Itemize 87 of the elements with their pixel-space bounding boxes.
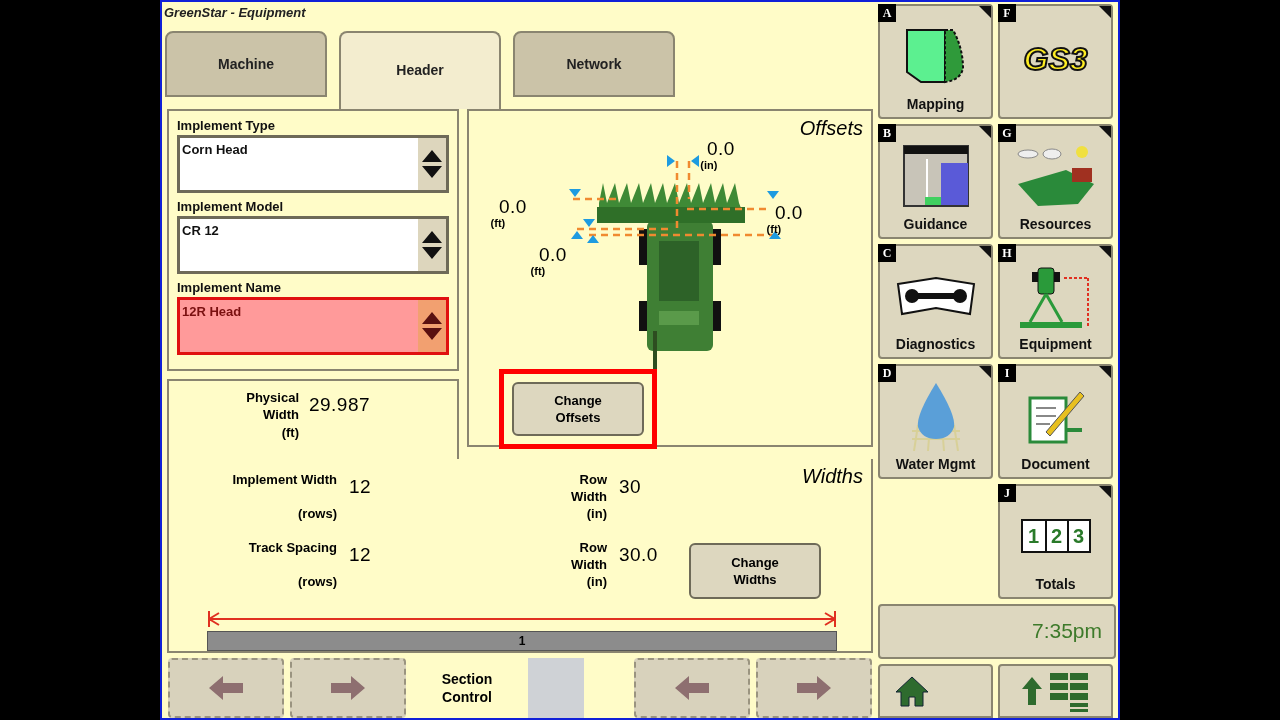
shortcut-tile[interactable]: J 1 2 3 Totals: [998, 484, 1113, 599]
shortcut-tile[interactable]: A Mapping: [878, 4, 993, 119]
corner-triangle-icon: [979, 246, 991, 258]
measure-label: Row Width: [570, 471, 607, 506]
gs3-logo: GS3: [1023, 40, 1088, 79]
shortcut-tile[interactable]: H Equipment: [998, 244, 1113, 359]
left-arrow-button[interactable]: [168, 657, 284, 718]
unit-label: (ft): [281, 424, 299, 443]
measure-value: 12: [349, 543, 373, 568]
farm-scene-icon: [1015, 143, 1096, 208]
dropdown-field[interactable]: Corn Head: [177, 135, 449, 194]
up-down-arrows-icon: [421, 149, 443, 180]
shortcut-tile[interactable]: B Guidance: [878, 124, 993, 239]
corner-triangle-icon: [1099, 6, 1111, 18]
unit-label: (rows): [298, 505, 337, 523]
shortcut-tile[interactable]: I Document: [998, 364, 1113, 479]
shortcut-letter: F: [998, 4, 1016, 22]
measure-label: Row Width: [570, 539, 607, 574]
corner-triangle-icon: [979, 126, 991, 138]
shortcut-letter: A: [878, 4, 896, 22]
unit-label: (ft): [766, 223, 782, 236]
tab[interactable]: Header: [339, 31, 501, 110]
measure-value: 30.0: [619, 543, 659, 568]
unit-label: (in): [700, 159, 718, 172]
right-arrow-button[interactable]: [756, 657, 872, 718]
unit-label: (ft): [490, 217, 506, 230]
panel-title: Offsets: [799, 116, 863, 142]
offset-value: 0.0: [539, 245, 567, 266]
unit-label: (in): [586, 505, 607, 523]
layout-button[interactable]: [998, 664, 1113, 718]
section-status-swatch: [528, 657, 584, 718]
shortcut-letter: G: [998, 124, 1016, 142]
home-icon: [894, 675, 930, 707]
section-control-label: Section Control: [440, 669, 494, 706]
measure-value: 29.987: [309, 393, 370, 418]
corner-triangle-icon: [1099, 126, 1111, 138]
shortcut-tile[interactable]: C Diagnostics: [878, 244, 993, 359]
home-button[interactable]: [878, 664, 993, 718]
change-offsets-button[interactable]: Change Offsets: [512, 382, 644, 437]
measure-label: Implement Width: [232, 471, 337, 489]
measure-value: 30: [619, 475, 643, 500]
shortcut-letter: B: [878, 124, 896, 142]
offset-value: 0.0: [775, 203, 803, 224]
offset-value: 0.0: [707, 139, 735, 160]
field-label: Implement Name: [177, 279, 283, 298]
measure-label: Track Spacing: [248, 539, 337, 557]
clock-display: 7:35pm: [878, 604, 1116, 659]
dropdown-field[interactable]: CR 12: [177, 216, 449, 275]
tab[interactable]: Network: [513, 31, 675, 98]
panel-title: Widths: [802, 464, 863, 490]
dropdown-field[interactable]: 12R Head: [177, 297, 449, 356]
up-down-arrows-icon: [421, 311, 443, 342]
field-map-icon: [904, 27, 967, 84]
left-arrow-button[interactable]: [634, 657, 750, 718]
measure-value: 12: [349, 475, 373, 500]
tab[interactable]: Machine: [165, 31, 327, 98]
right-arrow-icon: [329, 674, 367, 701]
shortcut-letter: C: [878, 244, 896, 262]
shortcut-tile[interactable]: F GS3: [998, 4, 1113, 119]
shortcut-letter: J: [998, 484, 1016, 502]
corner-triangle-icon: [979, 366, 991, 378]
window-title: GreenStar - Equipment: [163, 4, 307, 22]
shortcut-letter: D: [878, 364, 896, 382]
offset-value: 0.0: [499, 197, 527, 218]
change-widths-button[interactable]: Change Widths: [689, 543, 821, 600]
unit-label: (rows): [298, 573, 337, 591]
counter-icon: 1 2 3: [1020, 518, 1091, 553]
corner-triangle-icon: [1099, 366, 1111, 378]
shortcut-tile[interactable]: G Resources: [998, 124, 1113, 239]
up-down-arrows-icon: [421, 230, 443, 261]
left-arrow-icon: [673, 674, 711, 701]
right-arrow-button[interactable]: [290, 657, 406, 718]
corner-triangle-icon: [979, 6, 991, 18]
shortcut-tile[interactable]: D Water Mgmt: [878, 364, 993, 479]
left-arrow-icon: [207, 674, 245, 701]
field-label: Implement Type: [177, 117, 276, 136]
shortcut-letter: H: [998, 244, 1016, 262]
guidance-screen-icon: [902, 144, 969, 207]
right-arrow-icon: [795, 674, 833, 701]
measure-label: Physical Width: [245, 389, 299, 424]
corner-triangle-icon: [1099, 486, 1111, 498]
shortcut-letter: I: [998, 364, 1016, 382]
unit-label: (ft): [530, 265, 546, 278]
corner-triangle-icon: [1099, 246, 1111, 258]
field-label: Implement Model: [177, 198, 285, 217]
section-bar: 1: [207, 631, 837, 652]
unit-label: (in): [586, 573, 607, 591]
